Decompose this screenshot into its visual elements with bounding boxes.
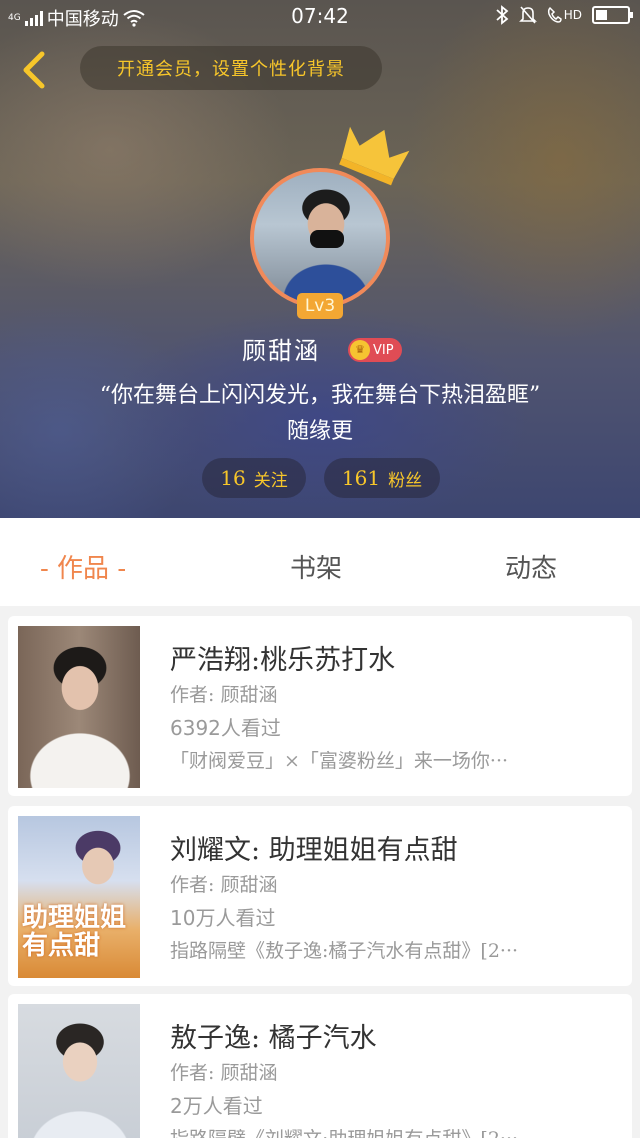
mute-bell-icon bbox=[518, 6, 537, 24]
tab-feed[interactable]: 动态 bbox=[505, 548, 557, 585]
back-button[interactable] bbox=[14, 48, 54, 92]
book-card[interactable]: 严浩翔:桃乐苏打水 作者: 顾甜涵 6392人看过 「财阀爱豆」×「富婆粉丝」来… bbox=[8, 616, 632, 796]
book-title: 刘耀文: 助理姐姐有点甜 bbox=[170, 835, 458, 866]
cover-title-text: 助理姐姐有点甜 bbox=[22, 903, 127, 961]
username: 顾甜涵 bbox=[242, 337, 320, 365]
book-cover: 助理姐姐有点甜 bbox=[18, 816, 140, 978]
book-description: 指路隔壁《敖子逸:橘子汽水有点甜》[2··· bbox=[170, 940, 519, 962]
book-view-count: 6392人看过 bbox=[170, 716, 281, 740]
vip-label: VIP bbox=[373, 342, 394, 358]
chevron-left-icon bbox=[23, 51, 45, 89]
profile-bio: “你在舞台上闪闪发光，我在舞台下热泪盈眶” 随缘更 bbox=[30, 378, 610, 450]
profile-tabs: - 作品 - 书架 动态 bbox=[0, 518, 640, 606]
vip-badge: ♛ VIP bbox=[348, 338, 402, 362]
book-author: 作者: 顾甜涵 bbox=[170, 1062, 278, 1084]
bio-update-note: 随缘更 bbox=[286, 419, 353, 444]
book-cover bbox=[18, 1004, 140, 1138]
book-description: 指路隔壁《刘耀文:助理姐姐有点甜》[2··· bbox=[170, 1124, 610, 1138]
fans-label: 粉丝 bbox=[388, 470, 423, 491]
bluetooth-icon bbox=[496, 5, 509, 25]
book-view-count: 2万人看过 bbox=[170, 1094, 263, 1118]
tab-bookshelf[interactable]: 书架 bbox=[290, 548, 342, 585]
status-bar: 4G 中国移动 07:42 HD bbox=[0, 0, 640, 32]
book-author: 作者: 顾甜涵 bbox=[170, 684, 278, 706]
vip-background-promo[interactable]: 开通会员，设置个性化背景 bbox=[80, 46, 382, 90]
following-label: 关注 bbox=[253, 470, 288, 491]
following-stat[interactable]: 16 关注 bbox=[202, 458, 306, 498]
book-title: 敖子逸: 橘子汽水 bbox=[170, 1023, 377, 1054]
level-badge: Lv3 bbox=[297, 293, 343, 319]
book-card[interactable]: 敖子逸: 橘子汽水 作者: 顾甜涵 2万人看过 指路隔壁《刘耀文:助理姐姐有点甜… bbox=[8, 994, 632, 1138]
book-author: 作者: 顾甜涵 bbox=[170, 874, 278, 896]
tab-works[interactable]: - 作品 - bbox=[40, 548, 126, 585]
book-cover bbox=[18, 626, 140, 788]
book-card[interactable]: 助理姐姐有点甜 刘耀文: 助理姐姐有点甜 作者: 顾甜涵 10万人看过 指路隔壁… bbox=[8, 806, 632, 986]
battery-icon bbox=[592, 6, 633, 24]
book-view-count: 10万人看过 bbox=[170, 906, 276, 930]
following-count: 16 bbox=[220, 466, 246, 490]
profile-header: 4G 中国移动 07:42 HD 开通会员，设置个性化背景 Lv3 顾甜涵 ♛ … bbox=[0, 0, 640, 518]
avatar-photo-detail bbox=[310, 230, 344, 248]
fans-stat[interactable]: 161 粉丝 bbox=[324, 458, 440, 498]
status-right: HD bbox=[495, 5, 633, 25]
avatar[interactable] bbox=[250, 168, 390, 308]
book-description: 「财阀爱豆」×「富婆粉丝」来一场你··· bbox=[170, 750, 509, 772]
fans-count: 161 bbox=[341, 466, 381, 490]
hd-call-icon: HD bbox=[547, 6, 582, 24]
book-title: 严浩翔:桃乐苏打水 bbox=[170, 645, 396, 676]
crown-coin-icon: ♛ bbox=[350, 340, 370, 360]
hd-label: HD bbox=[563, 8, 582, 22]
bio-quote: “你在舞台上闪闪发光，我在舞台下热泪盈眶” bbox=[99, 383, 541, 408]
